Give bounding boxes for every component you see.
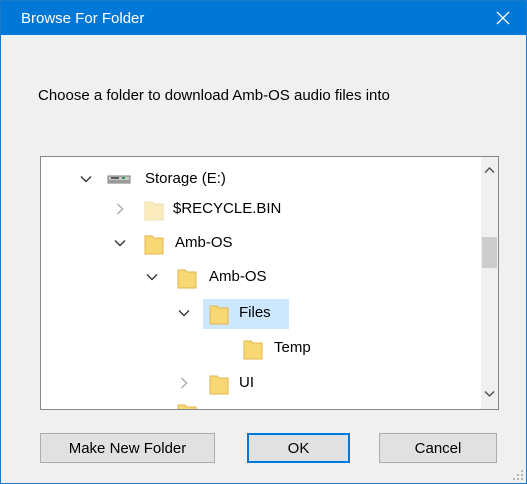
title-bar[interactable]: Browse For Folder [1,1,526,35]
chevron-down-icon[interactable] [113,236,127,250]
folder-icon [243,340,263,360]
vertical-scrollbar[interactable] [481,157,498,409]
dialog-title: Browse For Folder [21,10,145,27]
ok-button[interactable]: OK [247,433,350,463]
folder-icon [144,235,164,255]
chevron-right-icon[interactable] [113,202,127,216]
chevron-down-icon[interactable] [177,306,191,320]
tree-item-label: $RECYCLE.BIN [173,200,282,217]
browse-for-folder-dialog: Browse For Folder Choose a folder to dow… [0,0,527,484]
folder-icon [177,269,197,289]
tree-item-label: Temp [274,339,311,356]
close-button[interactable] [480,1,526,35]
tree-item-ui[interactable]: UI [41,369,498,399]
scroll-thumb[interactable] [482,237,497,268]
tree-item-temp[interactable]: Temp [41,334,498,364]
close-icon [496,11,510,25]
chevron-down-icon[interactable] [79,172,93,186]
dialog-prompt: Choose a folder to download Amb-OS audio… [38,87,390,104]
folder-icon [177,404,197,409]
tree-item-label: Amb-OS [209,268,267,285]
tree-item-label: Storage (E:) [145,170,226,187]
chevron-right-icon[interactable] [177,376,191,390]
folder-tree[interactable]: Storage (E:) $RECYCLE.BIN Amb-OS Amb-OS … [40,156,499,410]
folder-icon [209,375,229,395]
resize-grip-icon[interactable] [512,469,524,481]
tree-item-recycle-bin[interactable]: $RECYCLE.BIN [41,195,498,225]
tree-item-storage[interactable]: Storage (E:) [41,165,498,195]
scroll-down-button[interactable] [481,385,498,402]
chevron-up-icon [484,166,495,173]
tree-item-amb-os-nested[interactable]: Amb-OS [41,263,498,293]
chevron-down-icon [484,390,495,397]
cancel-button[interactable]: Cancel [379,433,497,463]
tree-item-label: Amb-OS [175,234,233,251]
make-new-folder-button[interactable]: Make New Folder [40,433,215,463]
chevron-down-icon[interactable] [145,270,159,284]
folder-icon [144,201,164,221]
tree-item-label: Files [239,304,271,321]
tree-item-files[interactable]: Files [41,299,498,329]
scroll-up-button[interactable] [481,161,498,178]
drive-icon [107,175,131,184]
tree-item-amb-os[interactable]: Amb-OS [41,229,498,259]
folder-icon [209,305,229,325]
tree-item-label: UI [239,374,254,391]
